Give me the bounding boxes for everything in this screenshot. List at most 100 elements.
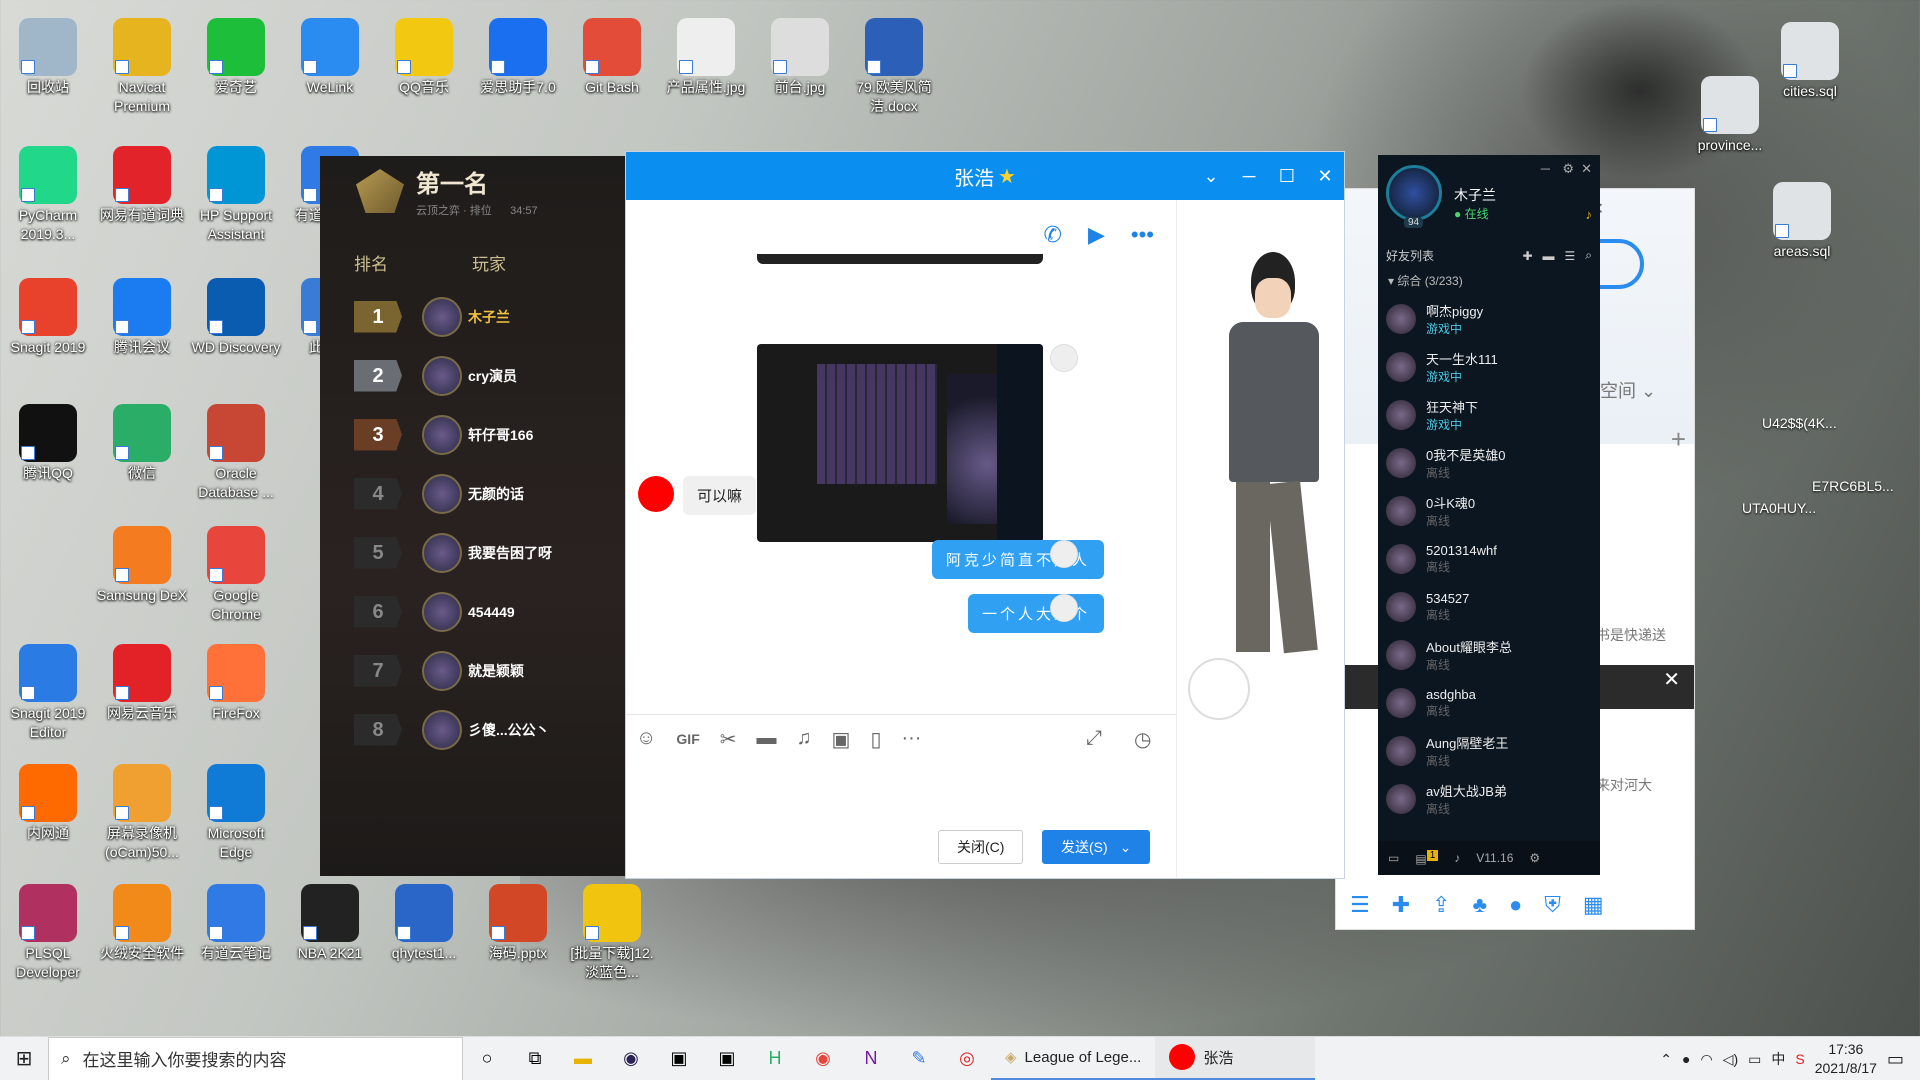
- contact-small-avatar[interactable]: [1188, 658, 1250, 720]
- desktop-icon[interactable]: Microsoft Edge: [190, 764, 282, 862]
- desktop-icon[interactable]: 屏幕录像机(oCam)50...: [96, 764, 188, 862]
- friend-item[interactable]: 0我不是英雄0 离线: [1378, 439, 1600, 487]
- send-button[interactable]: 发送(S) ⌄: [1042, 830, 1151, 864]
- ranking-row[interactable]: 3 轩仔哥166: [320, 405, 625, 464]
- chevron-down-icon[interactable]: ⌄: [1120, 831, 1132, 863]
- close-icon[interactable]: ✕: [1663, 667, 1680, 692]
- friend-item[interactable]: 534527 离线: [1378, 583, 1600, 631]
- user-status[interactable]: ● 在线: [1454, 205, 1489, 222]
- apps-grid-icon[interactable]: ▦: [1583, 892, 1604, 918]
- qq-tray-icon[interactable]: ●: [1682, 1051, 1690, 1067]
- desktop-icon[interactable]: Snagit 2019: [2, 278, 94, 357]
- message-area[interactable]: 可以嘛 阿克少简直不是人 一个人大五个: [626, 200, 1176, 680]
- message-bubble[interactable]: 阿克少简直不是人: [932, 540, 1105, 579]
- chat-icon[interactable]: ▭: [1388, 851, 1399, 865]
- desktop-icon[interactable]: 腾讯QQ: [2, 404, 94, 483]
- desktop-icon[interactable]: 前台.jpg: [754, 18, 846, 97]
- close-icon[interactable]: ✕: [1306, 166, 1344, 187]
- app-icon[interactable]: ●: [1509, 892, 1522, 918]
- folder-icon[interactable]: ▬: [757, 727, 777, 752]
- ranking-row[interactable]: 5 我要告困了呀: [320, 523, 625, 582]
- desktop-icon[interactable]: 海码.pptx: [472, 884, 564, 963]
- emoji-icon[interactable]: ☺: [636, 727, 656, 752]
- message-input[interactable]: [630, 762, 1170, 822]
- friend-item[interactable]: av姐大战JB弟 离线: [1378, 775, 1600, 823]
- ranking-row[interactable]: 6 454449: [320, 582, 625, 641]
- desktop-icon[interactable]: WD Discovery: [190, 278, 282, 357]
- desktop-icon-label[interactable]: U42$$(4K...: [1762, 415, 1837, 431]
- desktop-icon[interactable]: Git Bash: [566, 18, 658, 97]
- friend-item[interactable]: 天一生水111 游戏中: [1378, 343, 1600, 391]
- hbuilder-icon[interactable]: H: [751, 1037, 799, 1080]
- add-friend-icon[interactable]: ✚: [1522, 249, 1532, 263]
- desktop-icon[interactable]: 爱奇艺: [190, 18, 282, 97]
- shake-icon[interactable]: ▯: [870, 727, 881, 752]
- avatar[interactable]: [1050, 540, 1078, 568]
- desktop-icon[interactable]: 火绒安全软件: [96, 884, 188, 963]
- desktop-icon[interactable]: FireFox: [190, 644, 282, 723]
- file-explorer-icon[interactable]: ▬: [559, 1037, 607, 1080]
- contact-avatar[interactable]: [638, 476, 674, 512]
- mic-icon[interactable]: ♪: [1454, 851, 1460, 865]
- desktop-icon[interactable]: 79.欧美风简洁.docx: [848, 18, 940, 116]
- expand-icon[interactable]: ⤢: [1086, 727, 1102, 750]
- windows-start-icon[interactable]: ⊞: [0, 1046, 48, 1071]
- onenote-icon[interactable]: N: [847, 1037, 895, 1080]
- add-friend-icon[interactable]: ✚: [1392, 892, 1410, 918]
- intellij-icon[interactable]: ▣: [655, 1037, 703, 1080]
- desktop-icon[interactable]: PyCharm 2019.3...: [2, 146, 94, 244]
- close-icon[interactable]: ✕: [1581, 161, 1592, 177]
- taskbar-search[interactable]: ⌕ 在这里输入你要搜索的内容: [48, 1036, 463, 1080]
- space-tab[interactable]: 空间 ⌄: [1600, 377, 1656, 403]
- message-bubble[interactable]: 可以嘛: [683, 476, 757, 515]
- desktop-icon-province[interactable]: province...: [1684, 76, 1776, 155]
- desktop-icon[interactable]: 微信: [96, 404, 188, 483]
- desktop-icon-cities-sql[interactable]: cities.sql: [1764, 22, 1856, 101]
- ranking-row[interactable]: 1 木子兰: [320, 287, 625, 346]
- volume-icon[interactable]: ◁): [1723, 1051, 1738, 1068]
- minimize-icon[interactable]: ─: [1541, 161, 1550, 176]
- task-view-icon[interactable]: ⧉: [511, 1037, 559, 1080]
- ranking-row[interactable]: 4 无颜的话: [320, 464, 625, 523]
- game-icon[interactable]: ♣: [1473, 892, 1487, 918]
- music-icon[interactable]: ♫: [797, 727, 812, 752]
- friend-item[interactable]: 狂天神下 游戏中: [1378, 391, 1600, 439]
- shield-icon[interactable]: ⛨: [1544, 892, 1561, 918]
- chrome-icon[interactable]: ◉: [799, 1037, 847, 1080]
- avatar[interactable]: [1050, 594, 1078, 622]
- message-bubble[interactable]: 一个人大五个: [968, 594, 1105, 633]
- bell-icon[interactable]: ♪: [1586, 207, 1593, 222]
- more-icon[interactable]: ···: [901, 727, 921, 752]
- folder-icon[interactable]: ▬: [1543, 249, 1555, 263]
- share-icon[interactable]: ⇪: [1432, 892, 1450, 918]
- desktop-icon[interactable]: 内网通: [2, 764, 94, 843]
- friend-group[interactable]: ▾ 综合 (3/233): [1378, 266, 1600, 295]
- webstorm-icon[interactable]: ▣: [703, 1037, 751, 1080]
- desktop-icon[interactable]: [批量下载]12.淡蓝色...: [566, 884, 658, 982]
- desktop-icon[interactable]: NBA 2K21: [284, 884, 376, 963]
- notification-icon[interactable]: ▭: [1887, 1049, 1904, 1070]
- desktop-icon[interactable]: 有道云笔记: [190, 884, 282, 963]
- friend-item[interactable]: Aung隔壁老王 离线: [1378, 727, 1600, 775]
- chevron-up-icon[interactable]: ⌃: [1660, 1051, 1672, 1068]
- menu-icon[interactable]: ☰: [1350, 892, 1370, 918]
- taskbar-app-lol[interactable]: ◈ League of Lege...: [991, 1037, 1156, 1080]
- friend-item[interactable]: asdghba 离线: [1378, 679, 1600, 727]
- ranking-row[interactable]: 7 就是颖颖: [320, 641, 625, 700]
- desktop-icon[interactable]: Snagit 2019 Editor: [2, 644, 94, 742]
- cortana-icon[interactable]: ○: [463, 1037, 511, 1080]
- desktop-icon-label[interactable]: E7RC6BL5...: [1812, 478, 1894, 494]
- ranking-row[interactable]: 8 彡傻...公公丶: [320, 700, 625, 759]
- desktop-icon[interactable]: Navicat Premium: [96, 18, 188, 116]
- desktop-icon[interactable]: WeLink: [284, 18, 376, 97]
- desktop-icon[interactable]: 爱思助手7.0: [472, 18, 564, 97]
- desktop-icon[interactable]: Samsung DeX: [96, 526, 188, 605]
- friend-item[interactable]: 啊杰piggy 游戏中: [1378, 295, 1600, 343]
- friend-item[interactable]: About耀眼李总 离线: [1378, 631, 1600, 679]
- desktop-icon[interactable]: 网易云音乐: [96, 644, 188, 723]
- desktop-icon-areas-sql[interactable]: areas.sql: [1756, 182, 1848, 261]
- history-icon[interactable]: ◷: [1134, 727, 1151, 752]
- eclipse-icon[interactable]: ◉: [607, 1037, 655, 1080]
- desktop-icon-label[interactable]: UTA0HUY...: [1742, 500, 1816, 516]
- gear-icon[interactable]: ⚙: [1562, 161, 1574, 177]
